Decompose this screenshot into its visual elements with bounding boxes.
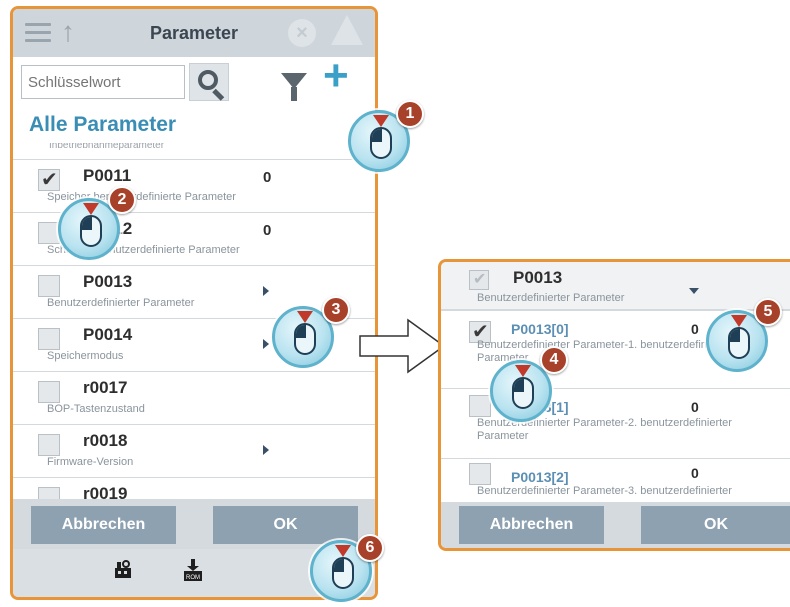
checkbox[interactable] (38, 167, 60, 192)
warning-icon[interactable] (331, 15, 363, 45)
param-id: P0013 (83, 272, 133, 291)
checkbox[interactable] (38, 222, 60, 244)
button-bar: Abbrechen OK (441, 502, 790, 548)
param-value: 0 (691, 399, 699, 415)
collapse-arrow-icon[interactable] (689, 288, 699, 294)
checkbox[interactable] (38, 434, 60, 456)
list-item[interactable]: r0017 BOP-Tastenzustand (13, 371, 375, 424)
step-number: 2 (108, 186, 136, 214)
step-number: 6 (356, 534, 384, 562)
expand-arrow-icon[interactable] (263, 339, 269, 349)
button-bar: Abbrechen OK (13, 499, 375, 551)
search-icon[interactable] (189, 63, 229, 101)
subparameter-panel: P0013 Benutzerdefinierter Parameter P001… (438, 259, 790, 551)
expand-arrow-icon[interactable] (263, 445, 269, 455)
plus-icon[interactable]: + (323, 51, 349, 101)
save-to-rom-icon[interactable]: ROM (183, 559, 203, 581)
checkbox[interactable] (38, 275, 60, 297)
param-desc: Benutzerdefinierter Parameter-3. benutze… (477, 485, 732, 497)
filter-icon-stem[interactable] (291, 87, 297, 101)
ok-button[interactable]: OK (213, 506, 358, 544)
transition-arrow-icon (359, 318, 446, 374)
cancel-button[interactable]: Abbrechen (459, 506, 604, 544)
param-desc: Benutzerdefinierter Parameter (477, 292, 625, 304)
expand-arrow-icon[interactable] (263, 286, 269, 296)
param-desc: Benutzerdefinierter Parameter (47, 297, 195, 309)
rom-label: ROM (186, 575, 200, 581)
param-desc: BOP-Tastenzustand (47, 403, 145, 415)
param-desc: Speichermodus (47, 350, 124, 362)
param-id: r0017 (83, 378, 128, 397)
checkbox[interactable] (38, 328, 60, 350)
param-id: P0013 (513, 268, 563, 287)
factory-reset-icon[interactable] (113, 559, 133, 579)
checkbox[interactable] (469, 395, 491, 417)
param-value: 0 (263, 222, 272, 239)
param-value: 0 (263, 169, 272, 186)
step-number: 4 (540, 346, 568, 374)
step-number: 1 (396, 100, 424, 128)
param-id: P0013[2] (511, 469, 569, 485)
header-bar: ↑ Parameter × (13, 9, 375, 57)
param-id: P0013[0] (511, 321, 569, 337)
list-item[interactable]: r0018 Firmware-Version (13, 424, 375, 477)
param-id: r0018 (83, 431, 128, 450)
param-desc: Firmware-Version (47, 456, 134, 468)
list-item[interactable]: P0011 0 Speicher benutzerdefinierte Para… (13, 159, 375, 212)
scrolled-row-desc: Inbetriebnahmeparameter (49, 143, 165, 151)
expanded-param-header[interactable]: P0013 Benutzerdefinierter Parameter (441, 262, 790, 310)
list-item[interactable]: P0013 Benutzerdefinierter Parameter (13, 265, 375, 318)
checkbox[interactable] (469, 269, 489, 290)
param-value: 0 (691, 321, 699, 337)
cancel-button[interactable]: Abbrechen (31, 506, 176, 544)
step-number: 3 (322, 296, 350, 324)
step-number: 5 (754, 298, 782, 326)
param-id: P0011 (83, 166, 132, 185)
checkbox[interactable] (38, 381, 60, 403)
param-id: P0014 (83, 325, 133, 344)
section-title: Alle Parameter (29, 113, 177, 136)
param-value: 0 (691, 465, 699, 481)
checkbox[interactable] (469, 463, 491, 485)
error-icon[interactable]: × (288, 19, 316, 47)
ok-button[interactable]: OK (641, 506, 790, 544)
page-title: Parameter (149, 23, 239, 43)
search-input[interactable] (21, 65, 185, 99)
